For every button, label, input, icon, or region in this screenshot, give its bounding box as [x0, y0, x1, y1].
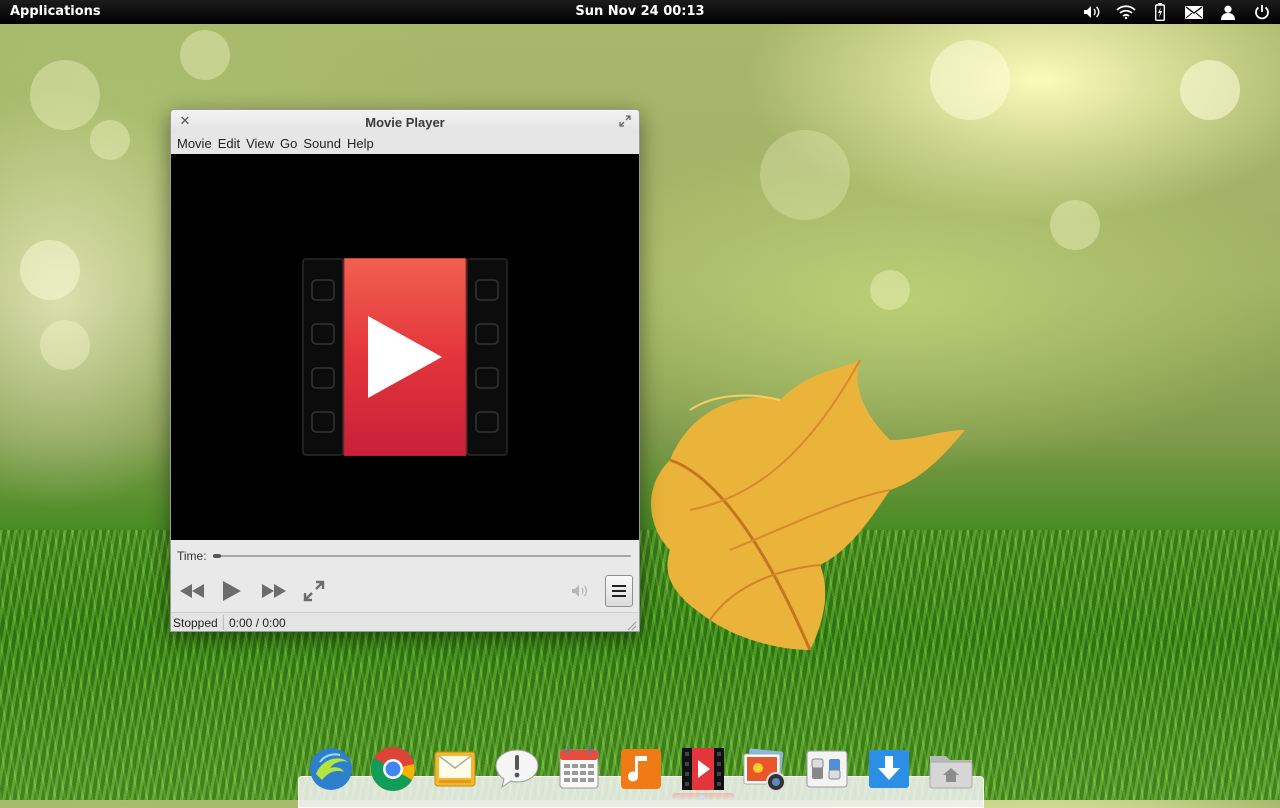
menu-help[interactable]: Help [344, 136, 377, 151]
indicator-area [1082, 2, 1272, 22]
status-separator [223, 615, 224, 630]
fullscreen-icon[interactable] [299, 576, 329, 606]
menu-sound[interactable]: Sound [300, 136, 344, 151]
home-folder-icon[interactable] [926, 744, 976, 794]
power-icon[interactable] [1252, 2, 1272, 22]
play-icon[interactable] [217, 576, 247, 606]
seek-handle[interactable] [213, 554, 221, 558]
window-title: Movie Player [365, 115, 445, 130]
resize-grip-icon[interactable] [627, 621, 637, 631]
system-settings-icon[interactable] [802, 744, 852, 794]
user-icon[interactable] [1218, 2, 1238, 22]
wifi-icon[interactable] [1116, 2, 1136, 22]
menu-icon[interactable] [605, 575, 633, 607]
notifications-app-icon[interactable] [492, 744, 542, 794]
time-bar: Time: [171, 540, 639, 570]
clock-label[interactable]: Sun Nov 24 00:13 [575, 4, 704, 19]
rewind-icon[interactable] [177, 576, 207, 606]
volume-icon[interactable] [565, 576, 595, 606]
maximize-icon[interactable] [618, 114, 632, 128]
movie-player-app-icon[interactable] [678, 744, 728, 794]
seek-bar[interactable] [213, 555, 631, 557]
time-label: Time: [177, 549, 207, 563]
mail-icon[interactable] [1184, 2, 1204, 22]
window-titlebar[interactable]: ✕ Movie Player [171, 110, 639, 133]
menu-movie[interactable]: Movie [174, 136, 215, 151]
fast-forward-icon[interactable] [259, 576, 289, 606]
menu-bar: Movie Edit View Go Sound Help [171, 133, 639, 154]
time-display: 0:00 / 0:00 [229, 616, 286, 630]
mail-app-icon[interactable] [430, 744, 480, 794]
movie-player-logo-icon [302, 258, 508, 456]
menu-go[interactable]: Go [277, 136, 300, 151]
menu-edit[interactable]: Edit [215, 136, 243, 151]
applications-menu-button[interactable]: Applications [10, 4, 101, 19]
status-bar: Stopped 0:00 / 0:00 [171, 612, 639, 631]
battery-icon[interactable] [1150, 2, 1170, 22]
dock [300, 744, 980, 800]
menu-view[interactable]: View [243, 136, 277, 151]
volume-icon[interactable] [1082, 2, 1102, 22]
chrome-browser-icon[interactable] [368, 744, 418, 794]
video-area[interactable] [171, 154, 639, 540]
top-panel: Applications Sun Nov 24 00:13 [0, 0, 1280, 24]
running-dot [700, 795, 705, 800]
calendar-app-icon[interactable] [554, 744, 604, 794]
photos-app-icon[interactable] [740, 744, 790, 794]
downloads-folder-icon[interactable] [864, 744, 914, 794]
midori-browser-icon[interactable] [306, 744, 356, 794]
playback-status: Stopped [173, 616, 218, 630]
music-app-icon[interactable] [616, 744, 666, 794]
playback-controls [171, 570, 639, 612]
movie-player-window: ✕ Movie Player Movie Edit View Go Sound … [170, 109, 640, 632]
